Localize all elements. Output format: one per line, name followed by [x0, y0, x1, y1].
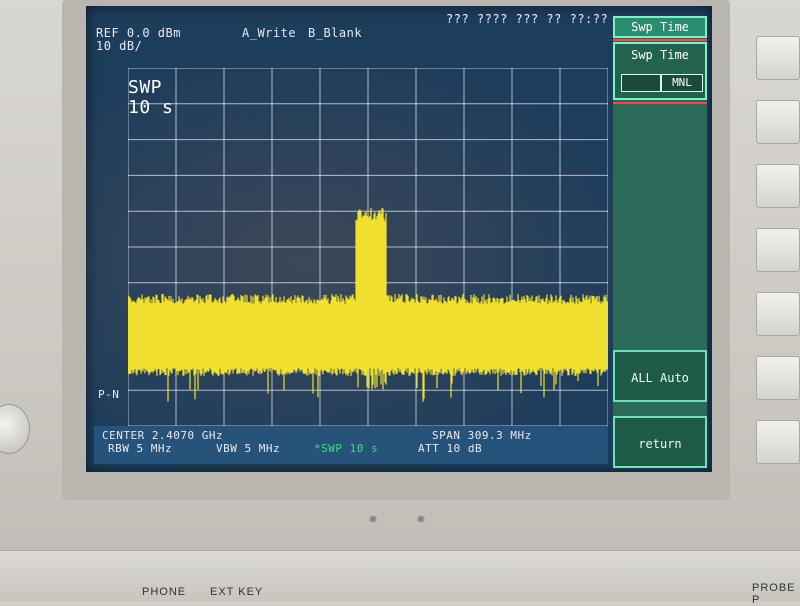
softkey-hw-7[interactable]	[756, 420, 800, 464]
phone-label: PHONE	[142, 586, 187, 598]
softkey-hw-1[interactable]	[756, 36, 800, 80]
screw-icon	[416, 514, 426, 524]
vbw: VBW 5 MHz	[216, 442, 281, 455]
softkey-hw-5[interactable]	[756, 292, 800, 336]
softkey-menu-title: Swp Time	[613, 16, 707, 38]
detector-mode: P-N	[98, 388, 120, 401]
trace-a-mode: A_Write	[242, 26, 297, 40]
front-panel-bottom	[0, 550, 800, 601]
softkey-hw-2[interactable]	[756, 100, 800, 144]
rbw: RBW 5 MHz	[108, 442, 173, 455]
softkey-hw-4[interactable]	[756, 228, 800, 272]
softkey-swp-time[interactable]: Swp Time MNL	[613, 42, 707, 100]
sweep-label: SWP	[128, 77, 163, 98]
sweep-value: 10 s	[128, 97, 174, 118]
spectrum-plot	[128, 68, 608, 426]
probe-label: PROBE P	[752, 582, 796, 606]
analyzer-screen: REF 0.0 dBm 10 dB/ A_Write B_Blank ??? ?…	[86, 6, 712, 472]
center-frequency: CENTER 2.4070 GHz	[102, 429, 224, 442]
screw-icon	[368, 514, 378, 524]
swp-time-label: Swp Time	[631, 48, 689, 62]
softkey-all-auto[interactable]: ALL Auto	[613, 350, 707, 402]
trace-b-mode: B_Blank	[308, 26, 363, 40]
datetime: ??? ???? ??? ?? ??:??	[446, 12, 609, 26]
attenuation: ATT 10 dB	[418, 442, 483, 455]
softkey-panel: Swp Time Swp Time MNL ALL Auto return	[613, 16, 707, 468]
softkey-hw-6[interactable]	[756, 356, 800, 400]
span: SPAN 309.3 MHz	[432, 429, 532, 442]
ref-level: REF 0.0 dBm	[96, 26, 181, 40]
scale-per-div: 10 dB/	[96, 39, 143, 53]
softkey-return[interactable]: return	[613, 416, 707, 468]
sweep-time-status: *SWP 10 s	[314, 442, 379, 455]
ext-key-label: EXT KEY	[210, 586, 264, 598]
swp-time-mode: MNL	[661, 74, 703, 92]
softkey-hw-3[interactable]	[756, 164, 800, 208]
spectrum-trace	[128, 68, 608, 426]
swp-time-auto-field	[621, 74, 661, 92]
